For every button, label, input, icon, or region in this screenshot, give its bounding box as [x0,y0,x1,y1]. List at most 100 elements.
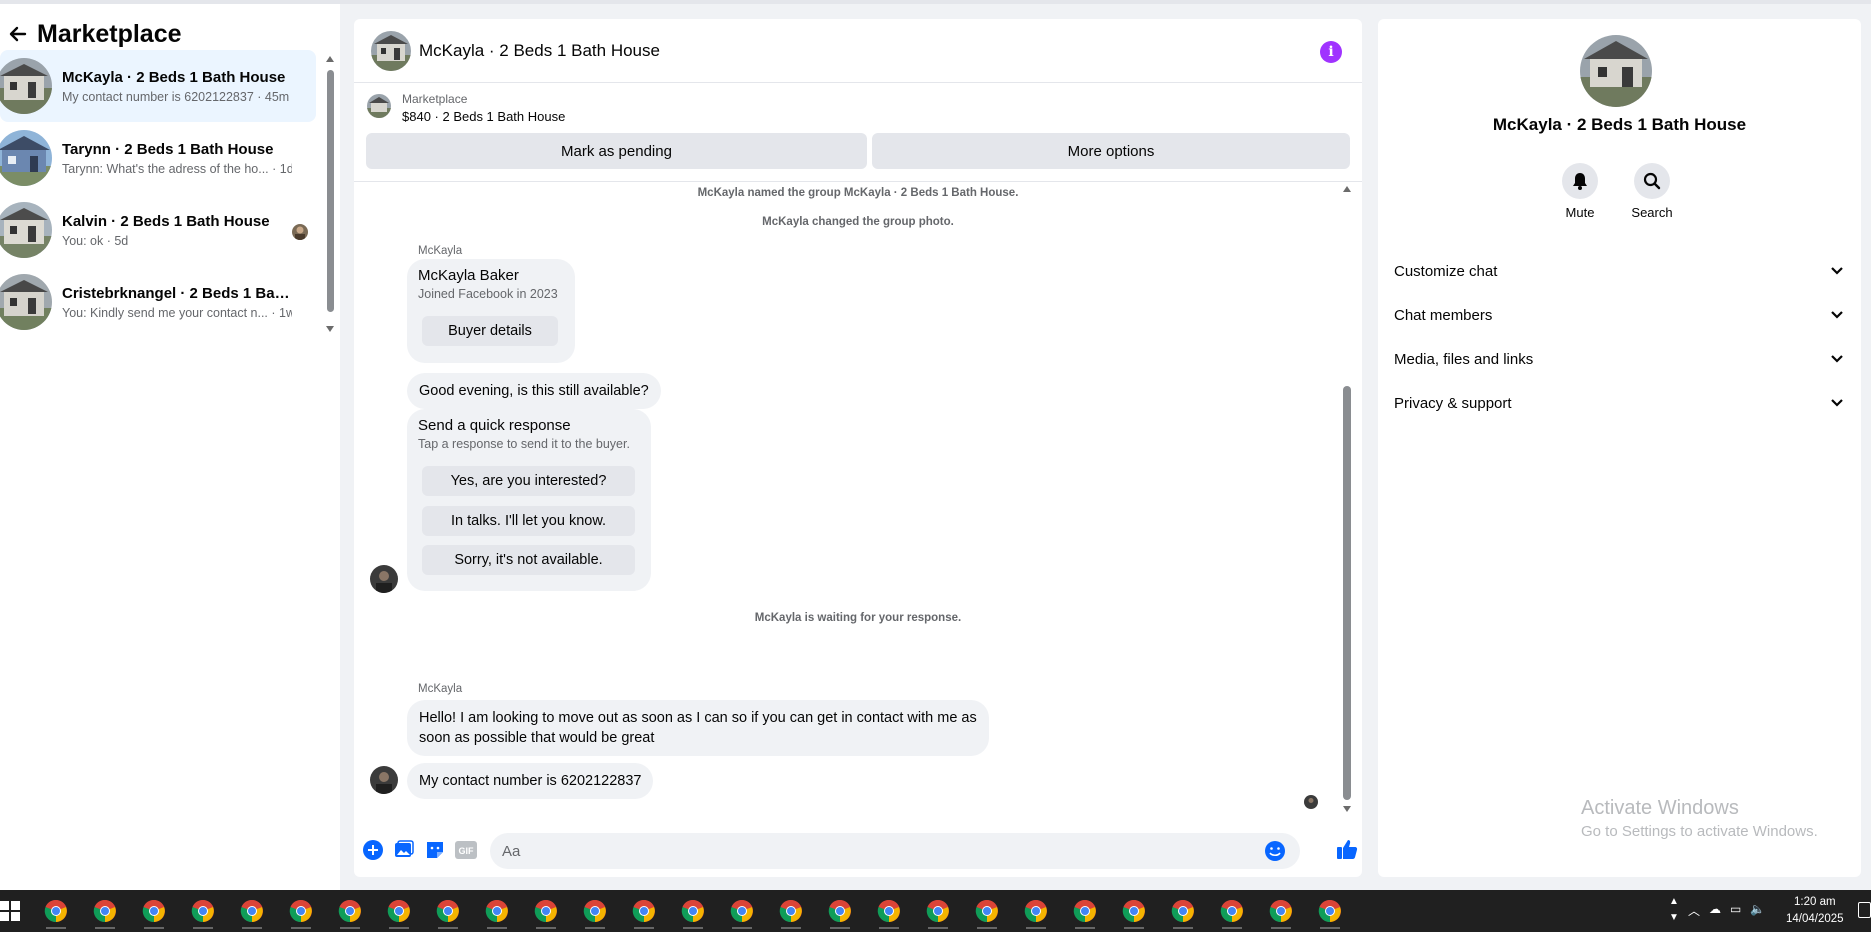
taskbar-clock[interactable]: 1:20 am 14/04/2025 [1786,894,1844,928]
browser-app-icon[interactable] [387,899,411,929]
listing-actions: Mark as pending More options [366,133,1350,169]
browser-app-icon[interactable] [191,899,215,929]
house-thumbnail [0,202,52,258]
emoji-icon[interactable] [1264,840,1286,862]
conversation-item[interactable]: McKayla · 2 Beds 1 Bath House My contact… [0,50,316,122]
volume-icon[interactable]: 🔈 [1750,902,1765,919]
browser-app-icon[interactable] [926,899,950,929]
browser-app-icon[interactable] [877,899,901,929]
conversation-item[interactable]: Cristebrknangel · 2 Beds 1 Bath ... You:… [0,266,316,338]
quick-response-option[interactable]: Sorry, it's not available. [422,545,635,575]
network-icon[interactable]: ▭ [1730,902,1741,919]
listing-thumbnail[interactable] [367,94,391,118]
message-bubble[interactable]: Good evening, is this still available? [407,373,661,409]
browser-app-icon[interactable] [632,899,656,929]
browser-app-icon[interactable] [1122,899,1146,929]
quick-response-title: Send a quick response [418,417,571,434]
arrow-left-icon [9,26,27,42]
browser-app-icon[interactable] [1269,899,1293,929]
conversation-item[interactable]: Tarynn · 2 Beds 1 Bath House Tarynn: Wha… [0,122,316,194]
browser-app-icon[interactable] [534,899,558,929]
tray-overflow-icon[interactable]: ▲ ▼ [1669,894,1679,926]
sidebar-header: Marketplace [0,14,182,54]
sender-avatar[interactable] [370,766,398,794]
sender-name: McKayla [418,245,463,257]
sidebar-scroll-thumb[interactable] [327,70,334,312]
message-bubble[interactable]: Hello! I am looking to move out as soon … [407,700,989,756]
chat-scroll-thumb[interactable] [1343,386,1351,800]
browser-app-icon[interactable] [142,899,166,929]
group-avatar[interactable] [371,30,411,71]
browser-app-icon[interactable] [828,899,852,929]
browser-app-icon[interactable] [44,899,68,929]
activate-windows-title: Activate Windows [1581,797,1739,819]
scroll-up-icon[interactable] [1342,186,1352,192]
plus-icon[interactable] [361,838,385,862]
sidebar-scrollbar[interactable] [326,56,334,336]
message-input-container [490,833,1300,869]
notifications-icon[interactable] [1858,902,1871,918]
back-button[interactable] [0,16,36,52]
chat-panel: McKayla · 2 Beds 1 Bath House i Marketpl… [354,19,1362,877]
mark-as-pending-button[interactable]: Mark as pending [366,133,867,169]
group-avatar[interactable] [1580,35,1652,107]
scroll-down-icon[interactable] [1342,806,1352,812]
section-media-files-links[interactable]: Media, files and links [1394,337,1844,381]
onedrive-icon[interactable]: ☁ [1709,902,1721,919]
listing-title[interactable]: $840 · 2 Beds 1 Bath House [402,109,565,124]
browser-app-icon[interactable] [1220,899,1244,929]
conversation-item[interactable]: Kalvin · 2 Beds 1 Bath House You: ok · 5… [0,194,316,266]
browser-app-icon[interactable] [681,899,705,929]
house-thumbnail [0,274,52,330]
browser-app-icon[interactable] [779,899,803,929]
browser-app-icon[interactable] [485,899,509,929]
sticker-icon[interactable] [423,838,447,862]
browser-app-icon[interactable] [583,899,607,929]
conversation-list: McKayla · 2 Beds 1 Bath House My contact… [0,50,320,338]
chat-title[interactable]: McKayla · 2 Beds 1 Bath House [419,41,660,61]
search-button[interactable]: Search [1631,163,1673,220]
gif-icon[interactable]: GIF [454,838,478,862]
browser-app-icon[interactable] [1024,899,1048,929]
mute-button[interactable]: Mute [1561,163,1599,220]
windows-start-icon[interactable] [0,901,20,921]
section-customize-chat[interactable]: Customize chat [1394,249,1844,293]
system-message: McKayla changed the group photo. [762,216,954,228]
sender-avatar[interactable] [370,565,398,593]
quick-response-option[interactable]: Yes, are you interested? [422,466,635,496]
browser-app-icon[interactable] [289,899,313,929]
chevron-up-icon[interactable]: ︿ [1688,902,1700,919]
browser-app-icon[interactable] [975,899,999,929]
message-composer: GIF [354,827,1362,873]
browser-app-icon[interactable] [338,899,362,929]
browser-app-icon[interactable] [1171,899,1195,929]
browser-app-icon[interactable] [93,899,117,929]
info-icon[interactable]: i [1320,41,1342,63]
browser-app-icon[interactable] [436,899,460,929]
conversation-name: Cristebrknangel · 2 Beds 1 Bath ... [62,284,292,302]
scroll-down-icon[interactable] [326,326,334,332]
house-thumbnail [0,58,52,114]
browser-app-icon[interactable] [1073,899,1097,929]
browser-app-icon[interactable] [1318,899,1342,929]
conversation-sidebar: Marketplace McKayla · 2 Beds 1 Bath Hous… [0,4,340,890]
browser-app-icon[interactable] [240,899,264,929]
windows-taskbar: ▲ ▼ ︿ ☁ ▭ 🔈 1:20 am 14/04/2025 [0,890,1871,932]
mute-label: Mute [1565,205,1595,220]
house-thumbnail [0,130,52,186]
chat-scrollbar[interactable] [1342,186,1352,814]
listing-category: Marketplace [402,92,468,106]
buyer-details-button[interactable]: Buyer details [422,316,558,346]
section-privacy-support[interactable]: Privacy & support [1394,381,1844,425]
section-chat-members[interactable]: Chat members [1394,293,1844,337]
like-icon[interactable] [1335,837,1359,861]
message-input[interactable] [502,842,1262,860]
quick-response-option[interactable]: In talks. I'll let you know. [422,506,635,536]
photo-icon[interactable] [392,838,416,862]
browser-app-icon[interactable] [730,899,754,929]
clock-date: 14/04/2025 [1786,913,1844,925]
activate-windows-subtitle: Go to Settings to activate Windows. [1581,823,1818,840]
message-bubble[interactable]: My contact number is 6202122837 [407,763,654,799]
scroll-up-icon[interactable] [326,56,334,62]
more-options-button[interactable]: More options [872,133,1350,169]
